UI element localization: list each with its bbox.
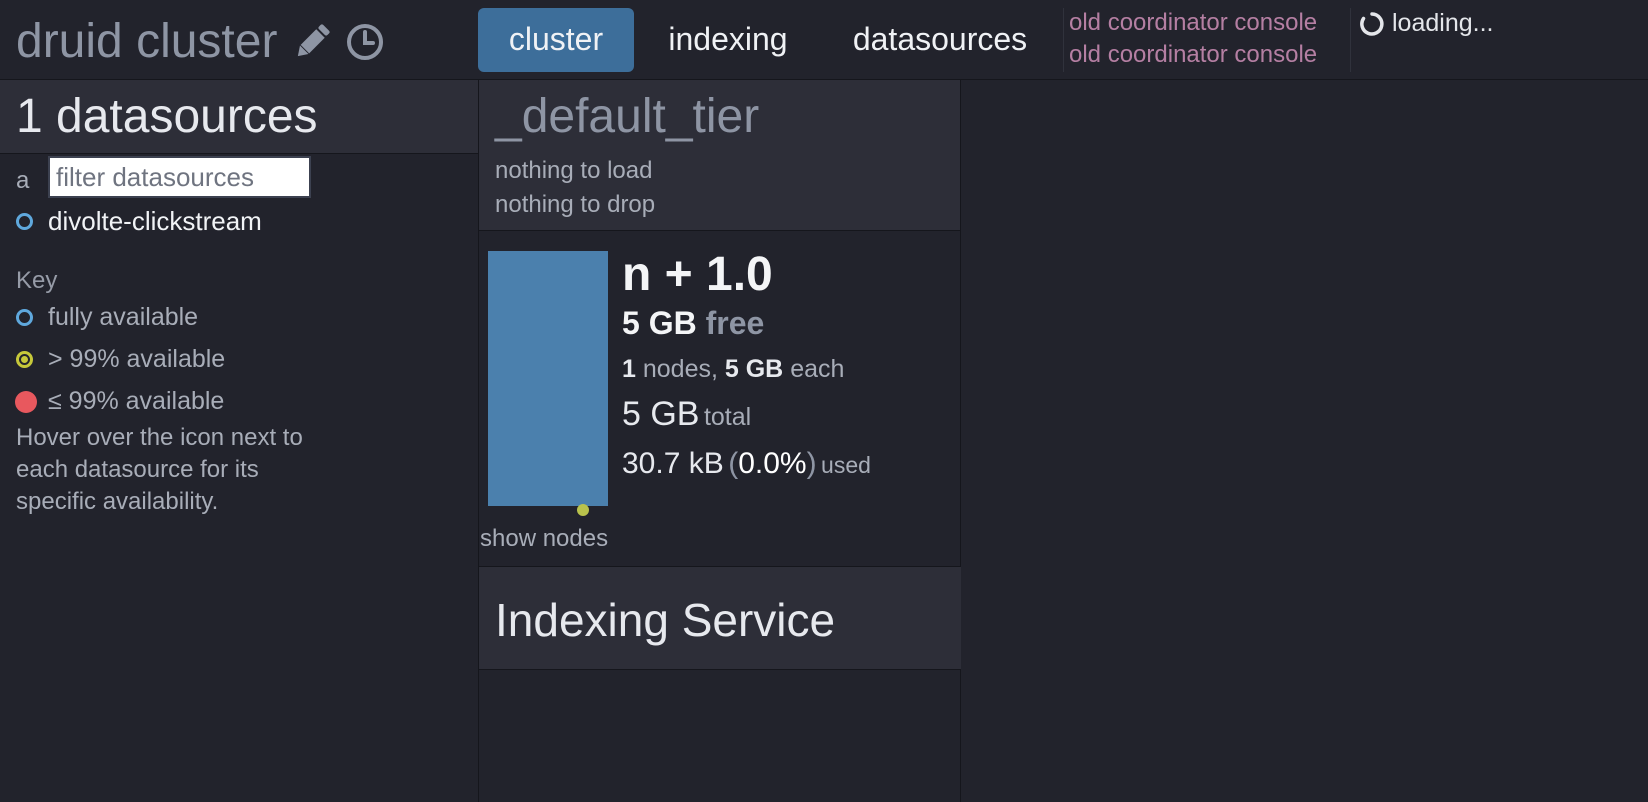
- loading-spinner-icon: [1360, 12, 1384, 36]
- total-label: total: [703, 403, 752, 431]
- tier-usage-marker: [577, 504, 589, 516]
- top-bar: druid cluster cluster indexing datasourc…: [0, 0, 1648, 80]
- old-coordinator-console-link[interactable]: old coordinator console: [1069, 8, 1317, 38]
- used-percent: 0.0%: [738, 447, 807, 480]
- cluster-title: druid cluster: [16, 15, 278, 68]
- tab-indexing[interactable]: indexing: [650, 8, 806, 72]
- nodes-label: nodes,: [642, 355, 718, 383]
- cluster-column: _default_tier nothing to load nothing to…: [479, 80, 961, 802]
- indexing-service-panel: Indexing Service: [479, 566, 961, 670]
- tier-load-status: nothing to load: [495, 157, 653, 184]
- history-clock-icon[interactable]: [345, 22, 385, 62]
- per-node-size: 5 GB: [724, 355, 784, 383]
- datasource-count-title: 1 datasources: [16, 90, 318, 143]
- fully-available-status-icon[interactable]: [16, 213, 33, 230]
- tier-drop-status: nothing to drop: [495, 191, 656, 218]
- unavailable-icon: [15, 391, 37, 413]
- tier-total-size: 5 GB total: [622, 392, 751, 443]
- fully-available-icon: [16, 309, 33, 326]
- sidebar-header: 1 datasources: [0, 80, 478, 154]
- free-label: free: [705, 305, 765, 341]
- indexing-service-title: Indexing Service: [495, 594, 836, 646]
- key-item-label: ≤ 99% available: [48, 387, 225, 415]
- show-nodes-link[interactable]: show nodes: [480, 524, 608, 554]
- key-title: Key: [16, 267, 58, 294]
- filter-prefix-label: a: [16, 167, 30, 194]
- tier-used-size: 30.7 kB (0.0%) used: [622, 447, 871, 480]
- filter-datasources-input[interactable]: [48, 156, 311, 198]
- key-item-label: > 99% available: [48, 345, 226, 373]
- each-label: each: [790, 355, 845, 383]
- used-label: used: [821, 452, 871, 478]
- key-item-label: fully available: [48, 303, 199, 331]
- tier-capacity-bar: [488, 251, 608, 506]
- nav-divider: [1063, 8, 1064, 72]
- used-value: 30.7 kB: [622, 447, 724, 480]
- replication-factor: n + 1.0: [622, 248, 773, 301]
- node-count: 1: [622, 355, 636, 383]
- old-coordinator-console-link[interactable]: old coordinator console: [1069, 40, 1317, 70]
- datasource-name[interactable]: divolte-clickstream: [48, 204, 262, 238]
- tab-datasources[interactable]: datasources: [838, 8, 1042, 72]
- total-value: 5 GB: [622, 395, 700, 433]
- tier-free-space: 5 GB free: [622, 302, 764, 344]
- nav-divider: [1350, 8, 1351, 72]
- partially-available-icon: [16, 351, 33, 368]
- tab-cluster[interactable]: cluster: [478, 8, 634, 72]
- tier-nodes-summary: 1 nodes, 5 GB each: [622, 352, 844, 386]
- key-help-text: Hover over the icon next to each datasou…: [16, 424, 303, 515]
- loading-status: loading...: [1392, 9, 1494, 37]
- pencil-icon[interactable]: [294, 22, 330, 62]
- datasource-sidebar: 1 datasources a divolte-clickstream Key …: [0, 80, 479, 802]
- tier-name: _default_tier: [495, 90, 760, 143]
- free-value: 5 GB: [622, 305, 697, 341]
- tier-panel: _default_tier nothing to load nothing to…: [479, 80, 960, 231]
